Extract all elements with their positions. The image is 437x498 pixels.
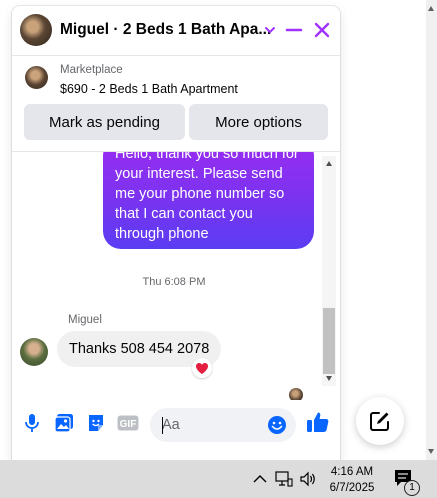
more-options-button[interactable]: More options <box>189 104 328 140</box>
compose-icon <box>370 412 389 431</box>
scroll-up-arrow-icon[interactable] <box>325 161 332 166</box>
scroll-down-arrow-icon[interactable] <box>428 449 434 454</box>
sender-avatar[interactable] <box>20 338 48 366</box>
seen-receipt-avatar <box>289 388 303 400</box>
contact-avatar[interactable] <box>20 14 52 46</box>
chat-window: Miguel · 2 Beds 1 Bath Apa... Marketplac… <box>12 6 340 460</box>
photo-icon[interactable] <box>53 412 75 434</box>
volume-icon[interactable] <box>298 470 318 488</box>
outgoing-message-bubble[interactable]: Hello, thank you so much for your intere… <box>103 152 314 249</box>
notification-count-badge: 1 <box>404 480 420 496</box>
message-list[interactable]: Hello, thank you so much for your intere… <box>12 152 340 400</box>
marketplace-listing-panel: Marketplace $690 - 2 Beds 1 Bath Apartme… <box>12 56 340 152</box>
heart-reaction-icon[interactable] <box>192 358 212 378</box>
scroll-up-arrow-icon[interactable] <box>428 6 434 11</box>
mark-as-pending-button[interactable]: Mark as pending <box>24 104 185 140</box>
sticker-icon[interactable] <box>85 412 107 434</box>
clock-time: 4:16 AM <box>330 466 374 478</box>
message-input[interactable] <box>162 408 262 442</box>
thumbs-up-icon[interactable] <box>306 410 330 434</box>
listing-title[interactable]: $690 - 2 Beds 1 Bath Apartment <box>60 82 238 96</box>
listing-thumbnail[interactable] <box>25 66 48 89</box>
marketplace-label: Marketplace <box>60 64 123 76</box>
text-caret <box>162 417 163 434</box>
windows-taskbar: 4:16 AM 6/7/2025 1 <box>0 460 437 498</box>
network-icon[interactable] <box>274 470 294 488</box>
scrollbar-thumb[interactable] <box>323 308 335 374</box>
chat-header[interactable]: Miguel · 2 Beds 1 Bath Apa... <box>12 6 340 56</box>
chat-title[interactable]: Miguel · 2 Beds 1 Bath Apa... <box>60 21 271 39</box>
message-scrollbar[interactable] <box>322 156 336 386</box>
message-composer: GIF <box>12 400 340 460</box>
show-hidden-icons-chevron-icon[interactable] <box>252 470 268 488</box>
sender-name: Miguel <box>68 314 102 326</box>
clock-date: 6/7/2025 <box>329 482 375 494</box>
system-clock[interactable]: 4:16 AM 6/7/2025 <box>320 464 384 496</box>
message-timestamp: Thu 6:08 PM <box>142 276 206 288</box>
emoji-icon[interactable] <box>266 414 288 436</box>
microphone-icon[interactable] <box>21 412 43 434</box>
message-input-container[interactable] <box>150 408 296 442</box>
close-icon[interactable] <box>312 20 332 40</box>
chevron-down-icon[interactable] <box>260 20 280 40</box>
new-message-button[interactable] <box>356 397 404 445</box>
gif-label: GIF <box>120 419 137 430</box>
gif-icon[interactable]: GIF <box>116 412 140 434</box>
minimize-icon[interactable] <box>284 20 304 40</box>
scroll-down-arrow-icon[interactable] <box>325 376 332 381</box>
window-scrollbar[interactable] <box>426 0 437 460</box>
